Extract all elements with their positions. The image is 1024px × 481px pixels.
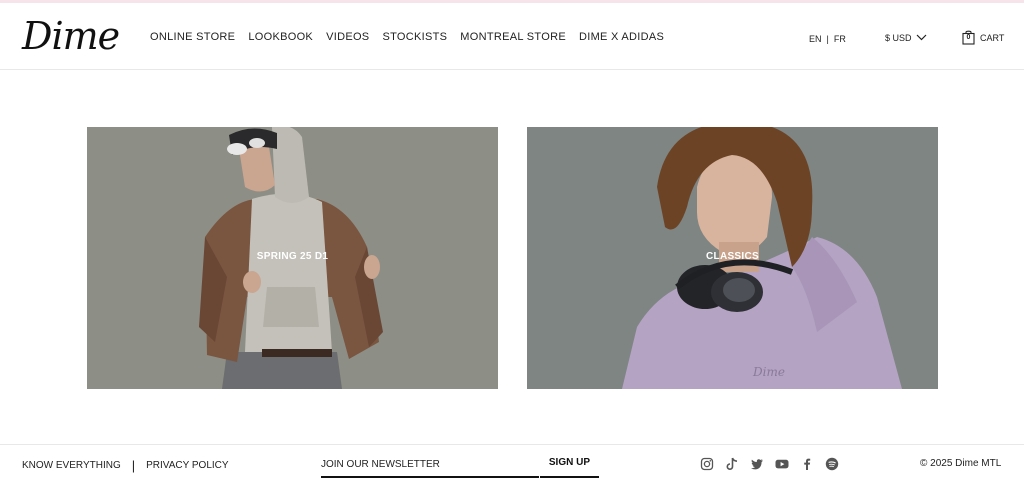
lang-fr[interactable]: FR: [834, 34, 846, 44]
collection-tile-classics[interactable]: CLASSICS Dime: [527, 127, 938, 389]
footer-links: KNOW EVERYTHING | PRIVACY POLICY: [22, 458, 229, 473]
nav-dime-x-adidas[interactable]: DIME X ADIDAS: [579, 31, 664, 43]
nav-videos[interactable]: VIDEOS: [326, 31, 369, 43]
currency-selector[interactable]: $ USD: [885, 33, 927, 43]
signup-button[interactable]: SIGN UP: [549, 457, 590, 468]
youtube-icon[interactable]: [775, 457, 789, 471]
footer-know-everything-link[interactable]: KNOW EVERYTHING: [22, 460, 121, 471]
social-links: [700, 457, 839, 471]
footer-separator: |: [131, 458, 136, 473]
newsletter-form: SIGN UP: [321, 454, 599, 478]
tiktok-icon[interactable]: [725, 457, 739, 471]
lang-en[interactable]: EN: [809, 34, 822, 44]
footer-privacy-policy-link[interactable]: PRIVACY POLICY: [146, 460, 228, 471]
cart-label: CART: [980, 32, 1005, 43]
cart-count: 0: [966, 34, 971, 41]
nav-online-store[interactable]: ONLINE STORE: [150, 31, 235, 43]
lang-separator: |: [826, 34, 829, 44]
dime-logo[interactable]: Dime: [22, 16, 120, 56]
tile-label-classics: CLASSICS: [706, 251, 759, 262]
shopping-bag-icon: 0: [962, 30, 975, 45]
newsletter-email-input[interactable]: [321, 455, 531, 474]
site-footer: KNOW EVERYTHING | PRIVACY POLICY SIGN UP…: [0, 444, 1024, 481]
chevron-down-icon: [916, 33, 927, 43]
site-header: Dime ONLINE STORE LOOKBOOK VIDEOS STOCKI…: [0, 3, 1024, 70]
twitter-icon[interactable]: [750, 457, 764, 471]
instagram-icon[interactable]: [700, 457, 714, 471]
tile-label-spring: SPRING 25 D1: [256, 251, 329, 262]
currency-label: $ USD: [885, 33, 912, 43]
language-switcher: EN | FR: [809, 34, 846, 44]
newsletter-divider: [539, 476, 540, 478]
facebook-icon[interactable]: [800, 457, 814, 471]
spotify-icon[interactable]: [825, 457, 839, 471]
nav-montreal-store[interactable]: MONTREAL STORE: [460, 31, 566, 43]
copyright-text: © 2025 Dime MTL: [920, 458, 1002, 469]
main-nav: ONLINE STORE LOOKBOOK VIDEOS STOCKISTS M…: [150, 31, 677, 43]
nav-stockists[interactable]: STOCKISTS: [382, 31, 447, 43]
cart-button[interactable]: 0 CART: [962, 30, 1004, 45]
collection-tile-spring[interactable]: SPRING 25 D1: [87, 127, 498, 389]
hoodie-logo-print: Dime: [753, 365, 785, 379]
nav-lookbook[interactable]: LOOKBOOK: [248, 31, 313, 43]
